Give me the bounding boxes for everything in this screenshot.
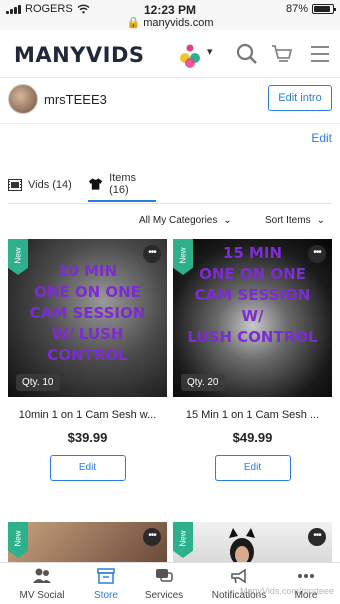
quantity-badge: Qty. 20 — [181, 374, 225, 391]
megaphone-icon — [231, 568, 246, 584]
new-badge: New — [8, 522, 28, 558]
overlay-line: W/ LUSH CONTROL — [47, 325, 128, 364]
item-price: $49.99 — [232, 430, 273, 445]
nav-services[interactable]: Services — [130, 567, 198, 601]
item-title[interactable]: 15 Min 1 on 1 Cam Sesh ... — [173, 409, 332, 421]
item-price: $39.99 — [67, 430, 108, 445]
search-icon[interactable] — [235, 42, 259, 66]
overlay-line: LUSH CONTROL — [187, 328, 318, 346]
address-bar[interactable]: 🔒 manyvids.com — [0, 16, 340, 29]
category-dropdown[interactable]: All My Categories ⌄ — [139, 215, 232, 226]
overlay-line: ONE ON ONE — [199, 265, 306, 283]
shirt-icon — [88, 178, 103, 190]
filter-bar: All My Categories ⌄ Sort Items ⌄ — [0, 212, 340, 232]
thumbnail-overlay-text: 10 MIN ONE ON ONE CAM SESSION W/ LUSH CO… — [18, 261, 157, 366]
overlay-line: 15 MIN — [222, 244, 283, 262]
avatar[interactable] — [8, 84, 38, 114]
profile-username[interactable]: mrsTEEE3 — [44, 92, 107, 107]
item-card[interactable]: New ••• 15 MIN ONE ON ONE CAM SESSION W/… — [173, 239, 332, 481]
tab-vids[interactable]: Vids (14) — [8, 168, 72, 202]
watermark: ManyVids.com/mrsteee — [240, 586, 334, 596]
chat-icon — [156, 569, 173, 582]
battery-percent: 87% — [285, 3, 308, 15]
content-tabs: Vids (14) Items (16) — [8, 162, 332, 204]
film-icon — [8, 179, 22, 191]
edit-item-button[interactable]: Edit — [49, 455, 126, 481]
overlay-line: CAM SESSION — [29, 304, 146, 322]
thumbnail-overlay-text: 15 MIN ONE ON ONE CAM SESSION W/ LUSH CO… — [183, 243, 322, 348]
url-text: manyvids.com — [143, 17, 214, 29]
site-header: MANYVIDS ▾ — [0, 30, 340, 78]
chevron-down-icon: ⌄ — [316, 215, 325, 226]
nav-label: Services — [144, 590, 184, 601]
item-thumbnail[interactable]: New ••• — [8, 522, 167, 562]
battery-fill — [314, 6, 330, 12]
overlay-line: CAM SESSION W/ — [194, 286, 311, 325]
edit-store-link[interactable]: Edit — [311, 131, 332, 145]
profile-row: mrsTEEE3 Edit intro — [0, 78, 340, 124]
item-thumbnail[interactable]: New ••• 15 MIN ONE ON ONE CAM SESSION W/… — [173, 239, 332, 397]
item-thumbnail[interactable]: New ••• 10 MIN ONE ON ONE CAM SESSION W/… — [8, 239, 167, 397]
sort-dropdown[interactable]: Sort Items ⌄ — [265, 215, 325, 226]
tab-vids-label: Vids (14) — [28, 179, 72, 191]
item-card[interactable]: New ••• 10 MIN ONE ON ONE CAM SESSION W/… — [8, 239, 167, 481]
battery-icon — [312, 4, 336, 14]
chevron-down-icon[interactable]: ▾ — [207, 45, 213, 58]
users-icon — [33, 568, 51, 583]
new-badge-text: New — [13, 530, 23, 547]
item-card[interactable]: New ••• — [173, 522, 332, 562]
overlay-line: ONE ON ONE — [34, 283, 141, 301]
status-bar: ROGERS 12:23 PM 🔒 manyvids.com 87% — [0, 0, 340, 30]
more-options-button[interactable]: ••• — [308, 528, 326, 546]
sort-label: Sort Items — [265, 215, 311, 226]
new-badge: New — [173, 522, 193, 558]
cart-icon[interactable] — [270, 42, 294, 66]
more-options-button[interactable]: ••• — [143, 528, 161, 546]
site-logo[interactable]: MANYVIDS — [14, 43, 145, 67]
item-title[interactable]: 10min 1 on 1 Cam Sesh w... — [8, 409, 167, 421]
category-label: All My Categories — [139, 215, 218, 226]
nav-label: MV Social — [19, 590, 65, 601]
more-icon — [298, 574, 314, 578]
chevron-down-icon: ⌄ — [223, 215, 232, 226]
cat-ears-figure — [229, 528, 255, 562]
store-icon — [97, 568, 115, 584]
user-badge-icon[interactable] — [177, 43, 203, 69]
tab-items-label: Items (16) — [109, 172, 137, 196]
overlay-line: 10 MIN — [57, 262, 118, 280]
new-badge-text: New — [178, 530, 188, 547]
nav-mv-social[interactable]: MV Social — [8, 567, 76, 601]
edit-intro-button[interactable]: Edit intro — [268, 85, 332, 111]
edit-item-button[interactable]: Edit — [214, 455, 291, 481]
lock-icon: 🔒 — [126, 17, 141, 29]
bottom-nav: MV Social Store Services Notifications M… — [0, 562, 340, 604]
item-thumbnail[interactable]: New ••• — [173, 522, 332, 562]
quantity-badge: Qty. 10 — [16, 374, 60, 391]
menu-icon[interactable] — [308, 42, 332, 66]
item-card[interactable]: New ••• — [8, 522, 167, 562]
battery-group: 87% — [285, 3, 336, 15]
tab-items[interactable]: Items (16) — [88, 168, 156, 202]
